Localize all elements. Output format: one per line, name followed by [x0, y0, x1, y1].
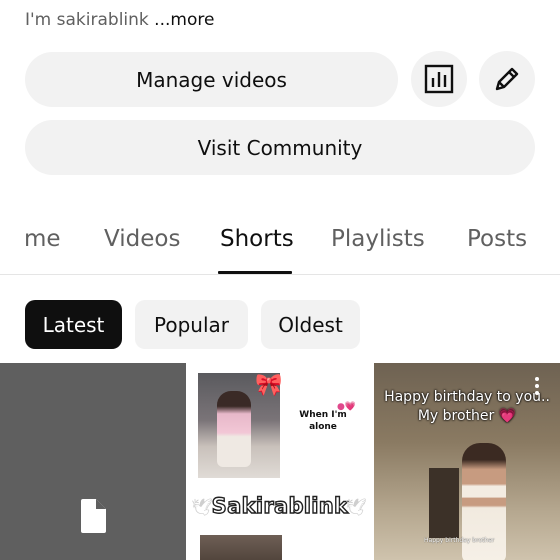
caption-line-2-text: My brother — [417, 408, 495, 424]
tab-playlists[interactable]: Playlists — [331, 224, 425, 254]
caption-line-2: My brother 💗 — [374, 407, 560, 426]
tab-videos[interactable]: Videos — [104, 224, 180, 254]
small-overlay-text: Happy birthday brother — [424, 537, 495, 544]
tab-home-label: me — [24, 226, 61, 252]
short-caption: Happy birthday to you.. My brother 💗 — [374, 388, 560, 426]
dove-icon: 🕊 — [345, 498, 367, 518]
thumbnail-doorway — [429, 468, 459, 538]
bow-icon: 🎀 — [255, 373, 283, 398]
tab-posts[interactable]: Posts — [467, 224, 527, 254]
short-thumbnail-3[interactable]: Happy birthday to you.. My brother 💗 Hap… — [374, 363, 560, 560]
manage-videos-label: Manage videos — [136, 67, 287, 92]
analytics-button[interactable] — [411, 51, 467, 107]
thumbnail-person — [217, 391, 251, 467]
edit-channel-button[interactable] — [479, 51, 535, 107]
tab-home[interactable]: me — [24, 224, 74, 254]
visit-community-label: Visit Community — [197, 135, 363, 160]
channel-description[interactable]: I'm sakirablink ...more — [25, 9, 214, 31]
manage-videos-button[interactable]: Manage videos — [25, 52, 398, 107]
more-link[interactable]: ...more — [154, 10, 214, 30]
channel-page: I'm sakirablink ...more Manage videos Vi… — [0, 0, 560, 560]
heart-icon: 💗 — [498, 408, 517, 424]
filter-chip-latest[interactable]: Latest — [25, 300, 122, 349]
channel-tabs: me Videos Shorts Playlists Posts — [0, 210, 560, 275]
active-tab-indicator — [218, 271, 292, 274]
more-vert-icon[interactable] — [535, 377, 541, 398]
description-text: I'm sakirablink — [25, 10, 149, 30]
thumbnail-photo-bottom — [200, 535, 282, 560]
caption-line-1: Happy birthday to you.. — [384, 389, 550, 405]
visit-community-button[interactable]: Visit Community — [25, 120, 535, 175]
pencil-icon — [495, 67, 519, 91]
filter-chip-popular[interactable]: Popular — [135, 300, 248, 349]
short-thumbnail-1[interactable] — [0, 363, 186, 560]
short-thumbnail-2[interactable]: 🎀 ●💗 When I'm alone 🕊 Sakirablink 🕊 — [187, 363, 373, 560]
short-caption: When I'm alone — [299, 410, 347, 432]
bar-chart-icon — [424, 64, 454, 94]
filter-chip-oldest[interactable]: Oldest — [261, 300, 360, 349]
document-icon — [81, 499, 106, 533]
tab-shorts[interactable]: Shorts — [220, 224, 294, 254]
